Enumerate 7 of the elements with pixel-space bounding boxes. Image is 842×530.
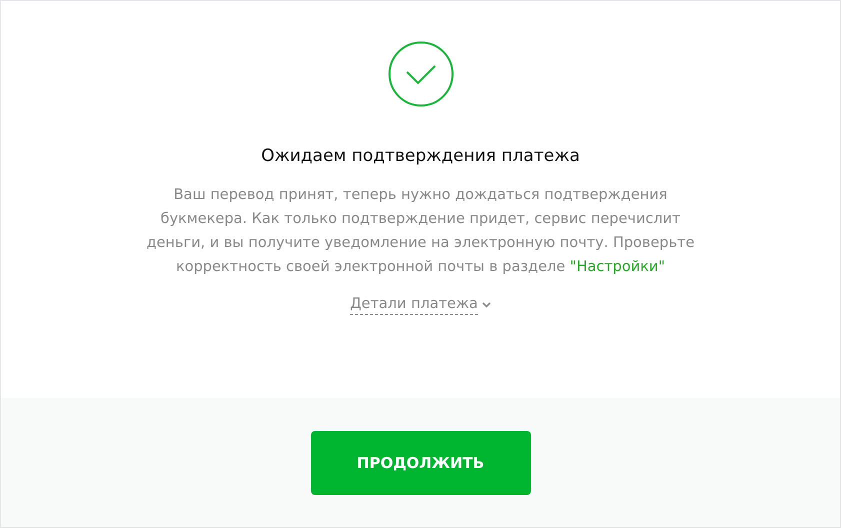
details-toggle[interactable]: Детали платежа [350, 294, 491, 315]
chevron-icon [482, 302, 491, 308]
info-text: Ваш перевод принят, теперь нужно дождаться подтверждения букмекера. Как только подтверждение придет, сервис перечислит деньги, и вы получите уведомление на электронную почту. Проверьте корректность своей электронной почты в разделе "Настройки" [145, 186, 696, 277]
continue-button[interactable]: ПРОДОЛЖИТЬ [310, 431, 530, 495]
settings-link[interactable]: "Настройки" [570, 259, 666, 275]
page-title: Ожидаем подтверждения платежа [261, 145, 580, 168]
check-circle-icon [388, 41, 454, 107]
